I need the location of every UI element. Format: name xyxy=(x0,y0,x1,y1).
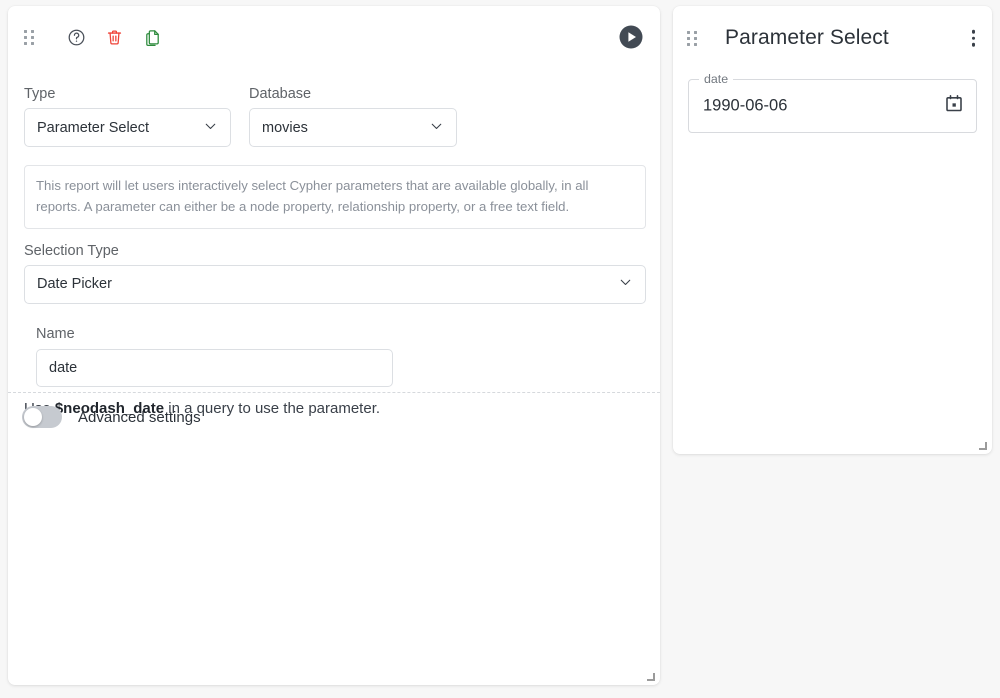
drag-handle-icon[interactable] xyxy=(24,29,34,45)
type-select[interactable]: Parameter Select xyxy=(24,108,231,147)
clone-icon[interactable] xyxy=(136,21,168,53)
selection-type-label: Selection Type xyxy=(24,242,119,259)
database-select[interactable]: movies xyxy=(249,108,457,147)
settings-form: Type Parameter Select Database movies Th… xyxy=(8,86,660,418)
report-preview-card: Parameter Select date 1990-06-06 xyxy=(673,6,992,454)
help-icon[interactable] xyxy=(60,21,92,53)
database-label: Database xyxy=(249,86,312,102)
toggle-knob xyxy=(24,408,42,426)
report-description: This report will let users interactively… xyxy=(24,165,646,229)
database-field-group: Database movies xyxy=(249,86,457,147)
advanced-settings-toggle[interactable] xyxy=(22,406,62,428)
page-title: Parameter Select xyxy=(725,26,889,49)
database-select-value: movies xyxy=(262,119,308,136)
preview-header: Parameter Select xyxy=(673,6,992,70)
chevron-down-icon xyxy=(428,117,445,138)
report-settings-card: Type Parameter Select Database movies Th… xyxy=(8,6,660,685)
resize-handle[interactable] xyxy=(976,439,988,451)
name-label: Name xyxy=(36,325,75,342)
advanced-settings-label: Advanced settings xyxy=(78,408,201,426)
drag-handle-icon[interactable] xyxy=(687,30,697,46)
type-database-row: Type Parameter Select Database movies xyxy=(24,86,646,147)
delete-icon[interactable] xyxy=(98,21,130,53)
chevron-down-icon xyxy=(202,117,219,138)
calendar-icon[interactable] xyxy=(944,94,964,119)
app-canvas: Type Parameter Select Database movies Th… xyxy=(0,0,1000,698)
settings-divider xyxy=(8,392,660,393)
card-toolbar xyxy=(8,6,660,68)
run-icon[interactable] xyxy=(618,24,644,50)
type-select-value: Parameter Select xyxy=(37,119,150,136)
selection-type-select[interactable]: Date Picker xyxy=(24,264,646,304)
selection-type-group: Selection Type Date Picker xyxy=(24,243,646,304)
name-input[interactable] xyxy=(36,348,393,387)
chevron-down-icon xyxy=(617,274,634,295)
resize-handle[interactable] xyxy=(644,670,656,682)
name-group: Name xyxy=(24,326,646,387)
date-picker-field[interactable]: date 1990-06-06 xyxy=(688,71,977,133)
advanced-settings-row: Advanced settings xyxy=(22,406,201,428)
date-field-value: 1990-06-06 xyxy=(703,96,788,115)
more-options-icon[interactable] xyxy=(968,26,980,51)
date-field-label: date xyxy=(699,71,734,87)
type-field-group: Type Parameter Select xyxy=(24,86,231,147)
selection-type-value: Date Picker xyxy=(37,276,112,293)
type-label: Type xyxy=(24,86,56,102)
